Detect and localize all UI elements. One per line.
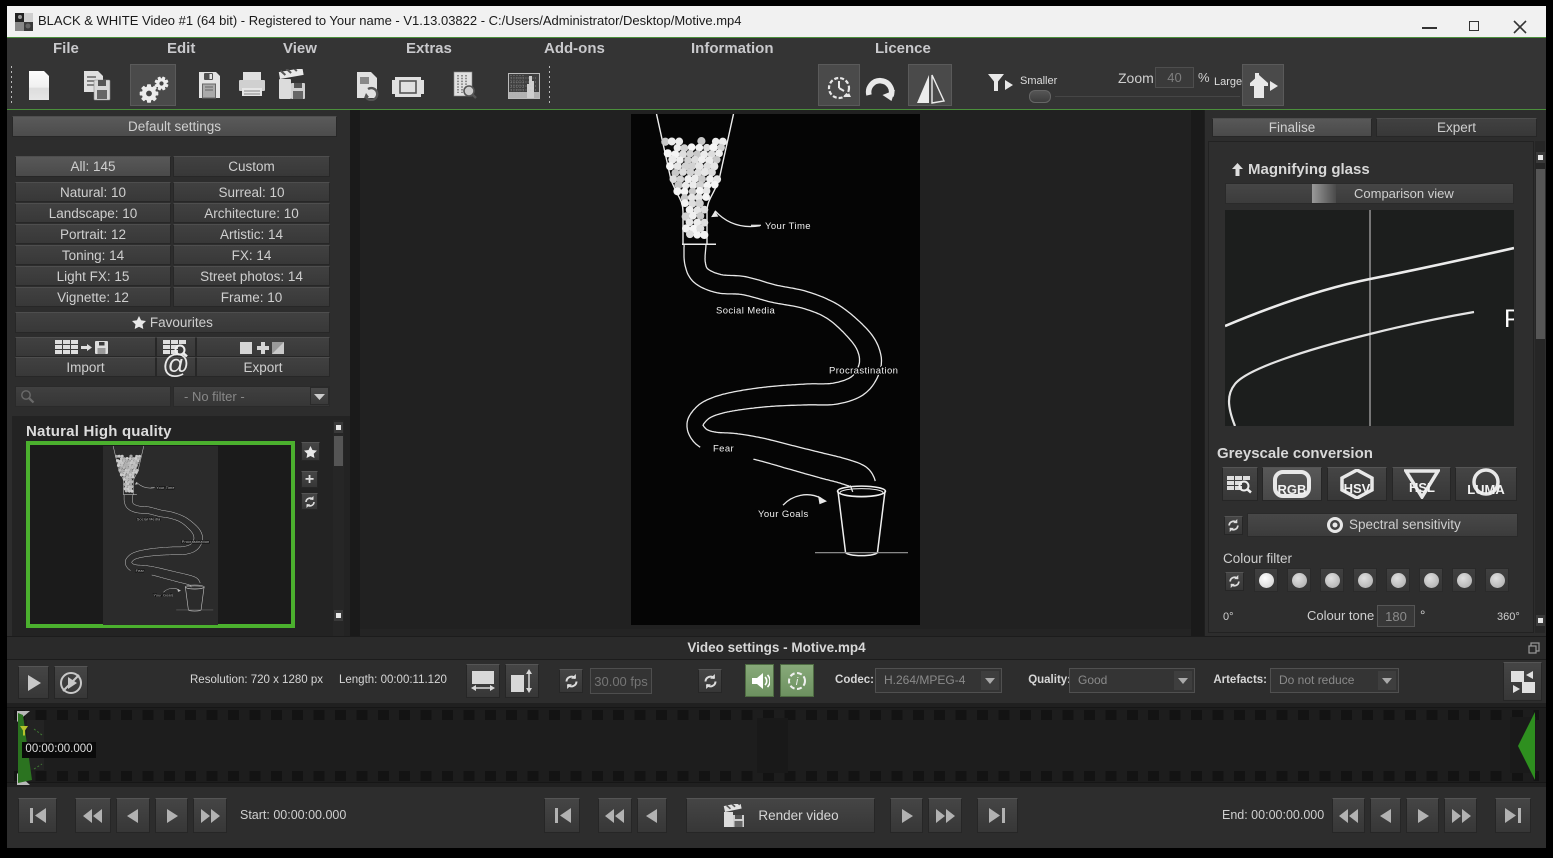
svg-text:i: i: [796, 676, 799, 688]
svg-text:P: P: [1504, 305, 1514, 333]
svg-text:HSL: HSL: [1409, 480, 1435, 495]
svg-text:HSV: HSV: [1344, 481, 1371, 496]
svg-text:RGB: RGB: [1278, 482, 1307, 497]
svg-text:LUMA: LUMA: [1467, 482, 1505, 497]
